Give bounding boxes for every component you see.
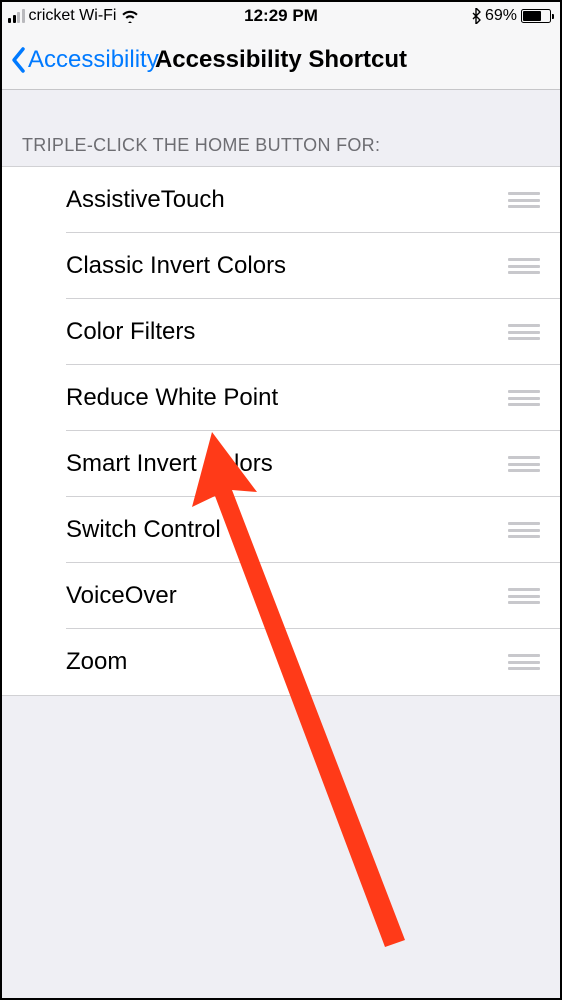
carrier-label: cricket Wi-Fi [29,7,117,25]
back-button[interactable]: Accessibility [10,46,159,74]
option-assistivetouch[interactable]: AssistiveTouch [2,167,560,233]
drag-handle-icon[interactable] [508,192,540,208]
cellular-signal-icon [8,9,25,23]
option-label: Reduce White Point [66,384,508,412]
drag-handle-icon[interactable] [508,390,540,406]
clock: 12:29 PM [244,6,318,26]
option-switch-control[interactable]: Switch Control [2,497,560,563]
back-label: Accessibility [28,46,159,74]
option-label: Smart Invert Colors [66,450,508,478]
option-label: VoiceOver [66,582,508,610]
option-classic-invert-colors[interactable]: Classic Invert Colors [2,233,560,299]
battery-icon [521,9,554,23]
drag-handle-icon[interactable] [508,324,540,340]
option-color-filters[interactable]: Color Filters [2,299,560,365]
drag-handle-icon[interactable] [508,522,540,538]
nav-bar: Accessibility Accessibility Shortcut [2,30,560,90]
option-zoom[interactable]: Zoom [2,629,560,695]
option-label: Switch Control [66,516,508,544]
option-reduce-white-point[interactable]: Reduce White Point [2,365,560,431]
option-smart-invert-colors[interactable]: Smart Invert Colors [2,431,560,497]
drag-handle-icon[interactable] [508,588,540,604]
drag-handle-icon[interactable] [508,258,540,274]
status-bar: cricket Wi-Fi 12:29 PM 69% [2,2,560,30]
option-label: Zoom [66,648,508,676]
wifi-icon [120,9,140,23]
page-title: Accessibility Shortcut [155,46,407,74]
bluetooth-icon [471,8,481,24]
battery-percent: 69% [485,7,517,25]
shortcut-options-list: AssistiveTouch Classic Invert Colors Col… [2,166,560,696]
drag-handle-icon[interactable] [508,456,540,472]
section-header: TRIPLE-CLICK THE HOME BUTTON FOR: [2,90,560,166]
option-label: Color Filters [66,318,508,346]
option-voiceover[interactable]: VoiceOver [2,563,560,629]
option-label: Classic Invert Colors [66,252,508,280]
option-label: AssistiveTouch [66,186,508,214]
drag-handle-icon[interactable] [508,654,540,670]
content-area: TRIPLE-CLICK THE HOME BUTTON FOR: Assist… [2,90,560,998]
chevron-left-icon [10,46,26,74]
